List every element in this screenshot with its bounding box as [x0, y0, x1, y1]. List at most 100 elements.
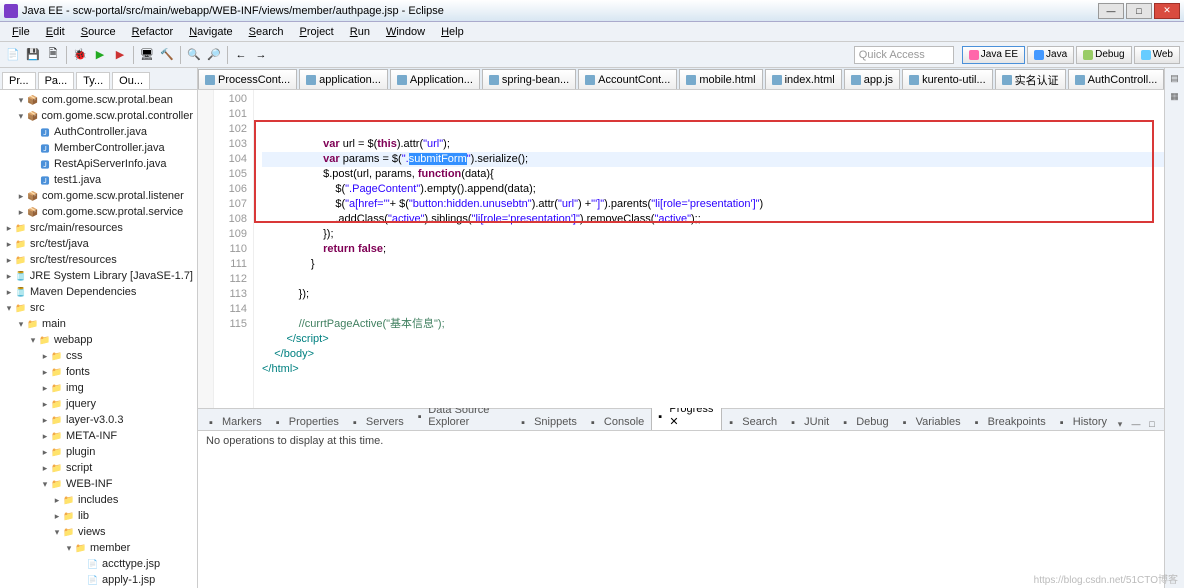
editor-tab[interactable]: kurento-util...: [902, 69, 993, 89]
code-line[interactable]: [262, 302, 1164, 317]
tree-twist-icon[interactable]: ▸: [40, 367, 50, 378]
left-tab-2[interactable]: Ty...: [76, 72, 110, 89]
tree-item[interactable]: ▸📁lib: [0, 508, 197, 524]
tasklist-icon[interactable]: ▦: [1169, 90, 1181, 102]
tree-twist-icon[interactable]: ▸: [40, 383, 50, 394]
tree-item[interactable]: ▸📁src/main/resources: [0, 220, 197, 236]
menu-help[interactable]: Help: [433, 24, 472, 40]
bottom-tab-servers[interactable]: ▪Servers: [346, 413, 411, 430]
bottom-tab-history[interactable]: ▪History: [1053, 413, 1114, 430]
new-server-button[interactable]: 🖥: [138, 46, 156, 64]
editor-tab[interactable]: ProcessCont...: [198, 69, 297, 89]
back-button[interactable]: ←: [232, 46, 250, 64]
code-line[interactable]: });: [262, 287, 1164, 302]
code-editor[interactable]: 1001011021031041051061071081091101111121…: [198, 90, 1164, 408]
tree-item[interactable]: ▸🫙Maven Dependencies: [0, 284, 197, 300]
menu-project[interactable]: Project: [292, 24, 342, 40]
editor-tab[interactable]: AccountCont...: [578, 69, 677, 89]
tree-item[interactable]: 🅹AuthController.java: [0, 124, 197, 140]
tree-twist-icon[interactable]: ▸: [4, 271, 14, 282]
tree-item[interactable]: ▾📁member: [0, 540, 197, 556]
code-line[interactable]: $(".PageContent").empty().append(data);: [262, 182, 1164, 197]
bottom-tab-console[interactable]: ▪Console: [584, 413, 651, 430]
tree-twist-icon[interactable]: ▾: [40, 479, 50, 490]
left-tab-0[interactable]: Pr...: [2, 72, 36, 89]
bottom-tab-properties[interactable]: ▪Properties: [269, 413, 346, 430]
minimize-button[interactable]: —: [1098, 3, 1124, 19]
tree-item[interactable]: ▸📁jquery: [0, 396, 197, 412]
perspective-java[interactable]: Java: [1027, 46, 1074, 64]
tree-item[interactable]: ▾📁main: [0, 316, 197, 332]
code-line[interactable]: [262, 272, 1164, 287]
tree-item[interactable]: ▸📁META-INF: [0, 428, 197, 444]
tree-twist-icon[interactable]: ▾: [16, 319, 26, 330]
tree-item[interactable]: ▾📁src: [0, 300, 197, 316]
tree-item[interactable]: ▸📁css: [0, 348, 197, 364]
maximize-button[interactable]: □: [1126, 3, 1152, 19]
tree-twist-icon[interactable]: ▾: [28, 335, 38, 346]
tree-twist-icon[interactable]: ▸: [4, 255, 14, 266]
perspective-web[interactable]: Web: [1134, 46, 1180, 64]
tree-item[interactable]: ▸📁plugin: [0, 444, 197, 460]
menu-run[interactable]: Run: [342, 24, 378, 40]
tree-twist-icon[interactable]: ▾: [4, 303, 14, 314]
search-button[interactable]: 🔎: [205, 46, 223, 64]
bottom-tab-markers[interactable]: ▪Markers: [202, 413, 269, 430]
editor-tab[interactable]: app.js: [844, 69, 900, 89]
save-all-button[interactable]: 🗎: [44, 46, 62, 64]
tree-twist-icon[interactable]: ▸: [52, 511, 62, 522]
editor-tab[interactable]: index.html: [765, 69, 842, 89]
code-line[interactable]: $.post(url, params, function(data){: [262, 167, 1164, 182]
tree-twist-icon[interactable]: ▸: [40, 399, 50, 410]
tree-twist-icon[interactable]: ▸: [40, 351, 50, 362]
editor-tab[interactable]: 实名认证: [995, 69, 1066, 89]
menu-navigate[interactable]: Navigate: [181, 24, 240, 40]
tree-twist-icon[interactable]: ▾: [52, 527, 62, 538]
tree-twist-icon[interactable]: ▸: [40, 415, 50, 426]
tree-item[interactable]: 📄accttype.jsp: [0, 556, 197, 572]
tree-item[interactable]: ▸📁fonts: [0, 364, 197, 380]
package-explorer-tree[interactable]: ▾📦com.gome.scw.protal.bean▾📦com.gome.scw…: [0, 90, 197, 588]
perspective-java-ee[interactable]: Java EE: [962, 46, 1025, 64]
tree-twist-icon[interactable]: ▸: [16, 191, 26, 202]
editor-tab[interactable]: mobile.html: [679, 69, 762, 89]
tree-item[interactable]: ▾📦com.gome.scw.protal.controller: [0, 108, 197, 124]
menu-refactor[interactable]: Refactor: [124, 24, 182, 40]
menu-edit[interactable]: Edit: [38, 24, 73, 40]
code-line[interactable]: var url = $(this).attr("url");: [262, 137, 1164, 152]
left-tab-3[interactable]: Ou...: [112, 72, 150, 89]
tree-item[interactable]: ▾📦com.gome.scw.protal.bean: [0, 92, 197, 108]
bottom-tab-breakpoints[interactable]: ▪Breakpoints: [968, 413, 1053, 430]
tree-item[interactable]: ▸📦com.gome.scw.protal.listener: [0, 188, 197, 204]
tree-twist-icon[interactable]: ▸: [4, 287, 14, 298]
tree-item[interactable]: ▸📦com.gome.scw.protal.service: [0, 204, 197, 220]
bottom-tab-junit[interactable]: ▪JUnit: [784, 413, 836, 430]
tree-twist-icon[interactable]: ▾: [16, 95, 26, 106]
build-button[interactable]: 🔨: [158, 46, 176, 64]
editor-tab[interactable]: spring-bean...: [482, 69, 576, 89]
run-button[interactable]: ▶: [91, 46, 109, 64]
bottom-tab-debug[interactable]: ▪Debug: [836, 413, 895, 430]
tree-twist-icon[interactable]: ▾: [64, 543, 74, 554]
code-line[interactable]: </body>: [262, 347, 1164, 362]
tree-item[interactable]: 🅹test1.java: [0, 172, 197, 188]
view-menu-icon[interactable]: ▾: [1114, 418, 1126, 430]
editor-tab[interactable]: application...: [299, 69, 388, 89]
tree-item[interactable]: ▸📁includes: [0, 492, 197, 508]
code-line[interactable]: //currtPageActive("基本信息");: [262, 317, 1164, 332]
open-type-button[interactable]: 🔍: [185, 46, 203, 64]
new-button[interactable]: 📄: [4, 46, 22, 64]
tree-twist-icon[interactable]: ▸: [40, 463, 50, 474]
code-line[interactable]: $("a[href='"+ $("button:hidden.unusebtn"…: [262, 197, 1164, 212]
tree-twist-icon[interactable]: ▸: [4, 239, 14, 250]
tree-item[interactable]: 🅹MemberController.java: [0, 140, 197, 156]
menu-search[interactable]: Search: [241, 24, 292, 40]
tree-twist-icon[interactable]: ▸: [52, 495, 62, 506]
bottom-tab-snippets[interactable]: ▪Snippets: [514, 413, 584, 430]
quick-access-input[interactable]: Quick Access: [854, 46, 954, 64]
editor-tab[interactable]: Application...: [390, 69, 480, 89]
menu-window[interactable]: Window: [378, 24, 433, 40]
tree-item[interactable]: ▸📁script: [0, 460, 197, 476]
code-line[interactable]: var params = $(".submitForm").serialize(…: [262, 152, 1164, 167]
bottom-tab-search[interactable]: ▪Search: [722, 413, 784, 430]
